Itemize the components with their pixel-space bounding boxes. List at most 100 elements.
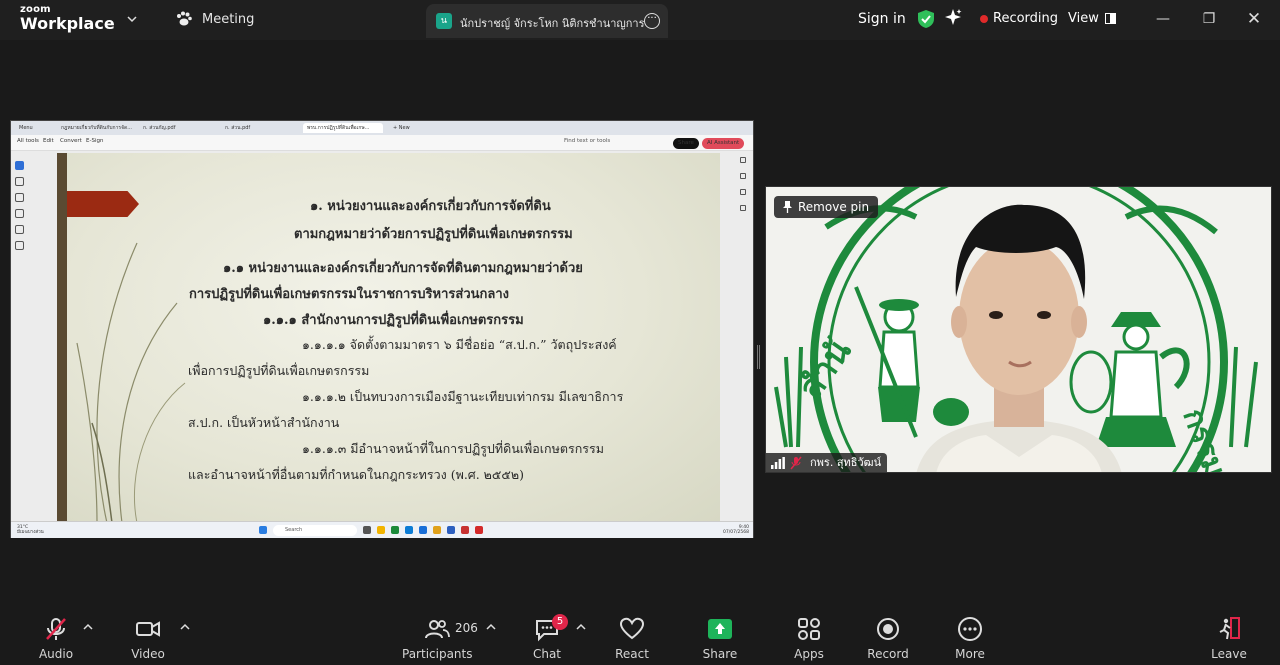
chat-button[interactable]: Chat	[512, 616, 582, 661]
remove-pin-button[interactable]: Remove pin	[774, 196, 879, 218]
comment-icon[interactable]	[740, 157, 746, 163]
restore-icon[interactable]: ❐	[1199, 9, 1219, 29]
taskbar-search[interactable]: Search	[273, 525, 357, 536]
meeting-tab-button[interactable]: Meeting	[175, 11, 254, 27]
windows-start-icon[interactable]	[259, 526, 267, 534]
chrome-icon[interactable]	[433, 526, 441, 534]
split-resize-handle[interactable]	[757, 345, 760, 369]
share-label: Share	[702, 647, 738, 661]
weather-widget[interactable]: 31°C มีเมฆบางส่วน	[17, 525, 44, 535]
more-label: More	[955, 647, 985, 661]
apps-icon	[798, 618, 820, 640]
edge-icon[interactable]	[405, 526, 413, 534]
pdf-menu-item[interactable]: Edit	[43, 138, 54, 144]
share-screen-button[interactable]: Share	[685, 616, 755, 661]
app-icon[interactable]	[391, 526, 399, 534]
chat-caret-icon[interactable]	[576, 623, 586, 631]
audio-label: Audio	[38, 647, 74, 661]
more-button[interactable]: More	[935, 616, 1005, 661]
meeting-controls: Audio Video Participants 206 Chat 5 Reac…	[0, 606, 1280, 665]
new-tab-button[interactable]: + New	[389, 123, 410, 133]
audio-caret-icon[interactable]	[83, 623, 93, 631]
app-icon[interactable]	[447, 526, 455, 534]
shared-screen[interactable]: Menu กฎหมายเกี่ยวกับที่ดินกับการจัด... ก…	[10, 120, 754, 538]
slide-body-line: และอำนาจหน้าที่อื่นตามที่กำหนดในกฎกระทรว…	[188, 467, 524, 482]
slide-subheading: ๑.๑.๑ สำนักงานการปฏิรูปที่ดินเพื่อเกษตรก…	[263, 313, 524, 328]
record-icon	[877, 618, 899, 640]
pdf-menu-item[interactable]: All tools	[17, 138, 39, 144]
participant-video-tile[interactable]: สำนั กรรม Remove pin กพร. สุทธิวัฒน์	[765, 186, 1272, 473]
clock-date: 07/07/2568	[723, 530, 749, 535]
taskbar-clock[interactable]: 9:40 07/07/2568	[723, 525, 749, 535]
text-tool-icon[interactable]	[15, 225, 24, 234]
share-pill[interactable]: Share	[673, 138, 699, 149]
pdf-menu-item[interactable]: E-Sign	[86, 138, 103, 144]
sign-in-button[interactable]: Sign in	[858, 11, 906, 27]
draw-tool-icon[interactable]	[15, 209, 24, 218]
meeting-title: นักปราชญ์ จักระโหก นิติกรชำนาญการ	[460, 17, 645, 30]
zoom-tool-icon[interactable]	[15, 177, 24, 186]
stamp-tool-icon[interactable]	[15, 241, 24, 250]
share-screen-icon	[708, 619, 732, 639]
pdf-right-tools	[740, 157, 750, 221]
find-text[interactable]: Find text or tools	[564, 138, 610, 144]
react-label: React	[615, 647, 649, 661]
presentation-slide: ๑. หน่วยงานและองค์กรเกี่ยวกับการจัดที่ดิ…	[57, 153, 720, 521]
browser-tab[interactable]: ก. ส่วน.pdf	[221, 123, 250, 133]
pdf-menu-item[interactable]: Convert	[60, 138, 82, 144]
app-icon[interactable]	[419, 526, 427, 534]
windows-taskbar: 31°C มีเมฆบางส่วน Search 9:40 07/07/2568	[11, 521, 753, 538]
file-explorer-icon[interactable]	[377, 526, 385, 534]
minimize-icon[interactable]: —	[1153, 9, 1173, 29]
zoom-workplace-logo: zoom Workplace	[20, 5, 115, 32]
browser-tab-active[interactable]: พรบ.การปฏิรูปที่ดินเพื่อเกษ...	[303, 123, 383, 133]
record-dot-icon	[980, 14, 988, 23]
leave-button[interactable]: Leave	[1194, 616, 1264, 661]
slide-body-line: ๑.๑.๑.๑ จัดตั้งตามมาตรา ๖ มีชื่อย่อ “ส.ป…	[302, 337, 617, 352]
camera-icon	[136, 621, 160, 637]
ai-companion-icon[interactable]	[944, 8, 962, 26]
browser-tab[interactable]: Menu	[15, 123, 33, 133]
host-avatar: น	[436, 13, 452, 29]
ai-assistant-pill[interactable]: AI Assistant	[702, 138, 745, 149]
slide-subheading: ๑.๑ หน่วยงานและองค์กรเกี่ยวกับการจัดที่ด…	[223, 261, 583, 276]
apps-button[interactable]: Apps	[774, 616, 844, 661]
browser-tab[interactable]: กฎหมายเกี่ยวกับที่ดินกับการจัด...	[57, 123, 132, 133]
title-bar: zoom Workplace Meeting น นักปราชญ์ จักระ…	[0, 0, 1280, 40]
audio-button[interactable]: Audio	[21, 616, 91, 661]
react-button[interactable]: React	[597, 616, 667, 661]
pages-icon[interactable]	[740, 189, 746, 195]
chat-unread-badge: 5	[552, 614, 568, 630]
pdf-left-tools	[15, 161, 27, 257]
task-view-icon[interactable]	[363, 526, 371, 534]
remove-pin-label: Remove pin	[798, 200, 870, 214]
slide-subheading: การปฏิรูปที่ดินเพื่อเกษตรกรรมในราชการบริ…	[189, 287, 509, 302]
shield-check-icon[interactable]	[917, 9, 935, 29]
apps-label: Apps	[794, 647, 824, 661]
powerpoint-icon[interactable]	[461, 526, 469, 534]
participants-caret-icon[interactable]	[486, 623, 496, 631]
signal-icon	[771, 457, 785, 469]
pin-icon	[783, 201, 792, 213]
attach-icon[interactable]	[740, 205, 746, 211]
chevron-down-icon[interactable]	[127, 14, 137, 24]
more-icon	[958, 617, 982, 641]
video-button[interactable]: Video	[113, 616, 183, 661]
video-caret-icon[interactable]	[180, 623, 190, 631]
acrobat-icon[interactable]	[475, 526, 483, 534]
record-button[interactable]: Record	[853, 616, 923, 661]
close-icon[interactable]: ✕	[1244, 9, 1264, 29]
meeting-window-tab[interactable]: น นักปราชญ์ จักระโหก นิติกรชำนาญการ ···	[426, 4, 668, 38]
slide-body-line: เพื่อการปฏิรูปที่ดินเพื่อเกษตรกรรม	[188, 363, 370, 378]
meeting-label: Meeting	[202, 11, 255, 27]
more-options-icon[interactable]: ···	[644, 13, 660, 29]
video-label: Video	[131, 647, 165, 661]
participants-label: Participants	[402, 647, 473, 661]
browser-tab[interactable]: ก. ส่วนกัญ.pdf	[139, 123, 175, 133]
recording-indicator[interactable]: Recording	[980, 11, 1058, 26]
bookmark-icon[interactable]	[740, 173, 746, 179]
participants-icon	[425, 620, 450, 639]
highlight-tool-icon[interactable]	[15, 193, 24, 202]
view-button[interactable]: View	[1068, 11, 1116, 26]
select-tool-icon[interactable]	[15, 161, 24, 170]
